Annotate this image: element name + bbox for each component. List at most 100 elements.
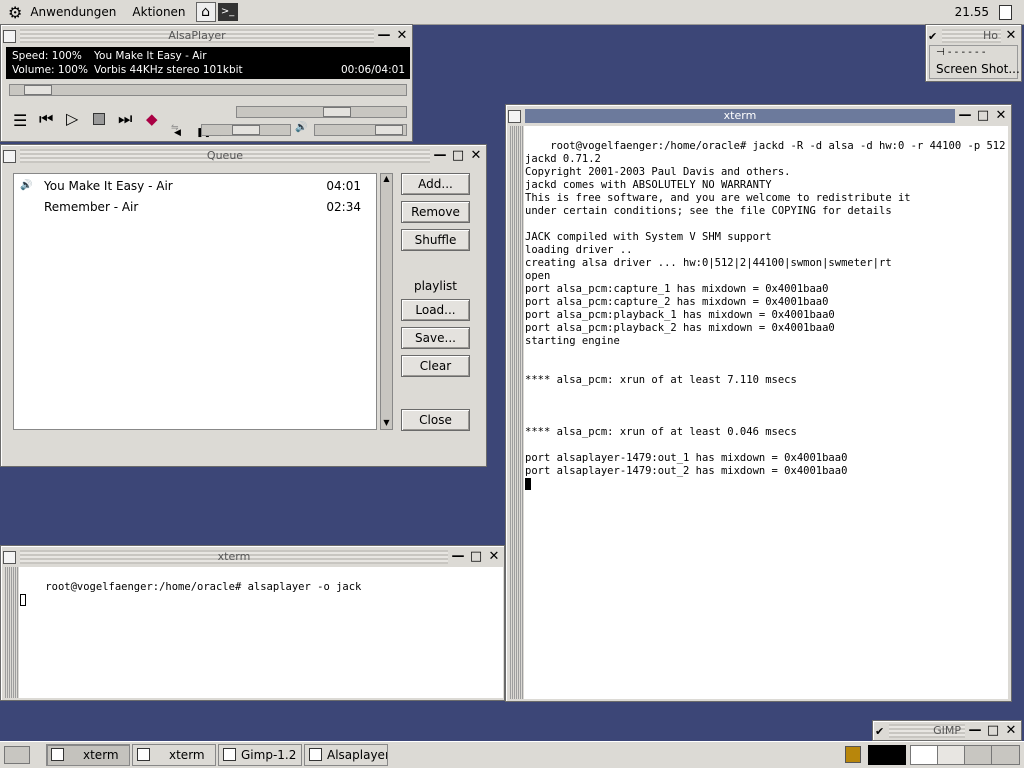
gnome-foot-icon[interactable]: ⚙ [8,3,22,22]
stop-icon[interactable] [93,113,105,125]
network-icon[interactable] [845,746,861,763]
scroll-down-icon[interactable]: ▼ [381,418,392,429]
maximize-icon[interactable]: □ [975,108,991,124]
close-icon[interactable]: ✕ [1003,28,1019,44]
info-display: Speed: 100% You Make It Easy - Air Volum… [6,47,410,79]
previous-icon[interactable]: ⏮ [39,109,53,129]
workspace-switcher[interactable] [910,745,1020,765]
terminal-icon[interactable]: >_ [217,3,238,21]
check-icon[interactable]: ✔ [928,30,942,43]
xterm-scrollbar[interactable] [510,126,524,699]
close-icon[interactable]: ✕ [993,108,1009,124]
cpu-monitor[interactable] [868,745,906,765]
speed-slider-handle[interactable] [323,107,351,117]
task-alsaplayer[interactable]: Alsaplayer 0 [304,744,388,766]
minimize-icon[interactable]: — [432,148,448,164]
window-menu-icon[interactable] [508,109,521,123]
show-desktop-icon[interactable] [4,746,30,764]
queue-titlebar[interactable]: Queue — □ ✕ [3,147,484,165]
speed-slider[interactable] [236,106,407,118]
clear-button[interactable]: Clear [401,355,470,377]
alsaplayer-titlebar[interactable]: AlsaPlayer — ✕ [3,27,410,45]
window-icon [137,748,150,761]
gimp-title[interactable]: GIMP [889,724,965,738]
alsaplayer-title[interactable]: AlsaPlayer [20,29,374,43]
play-icon[interactable]: ▷ [66,109,78,128]
remove-button[interactable]: Remove [401,201,470,223]
workspace-3[interactable] [965,746,992,764]
time-label: 00:06/04:01 [340,64,405,76]
maximize-icon[interactable]: □ [985,723,1001,739]
cd-icon[interactable]: ◆ [146,110,158,128]
playlist-label: playlist [413,279,458,293]
close-icon[interactable]: ✕ [394,28,410,44]
xterm-scrollbar[interactable] [5,567,19,698]
workspace-2[interactable] [938,746,965,764]
window-icon [223,748,236,761]
window-menu-icon[interactable] [3,149,16,163]
task-gimp[interactable]: Gimp-1.2 (2 [218,744,302,766]
workspace-4[interactable] [992,746,1019,764]
maximize-icon[interactable]: □ [468,549,484,565]
task-xterm-1[interactable]: xterm [46,744,130,766]
terminal-text: root@vogelfaenger:/home/oracle# alsaplay… [45,581,362,593]
track-time: 02:34 [326,200,361,214]
queue-list[interactable]: 🔊 You Make It Easy - Air 04:01 Remember … [13,173,377,430]
shuffle-button[interactable]: Shuffle [401,229,470,251]
queue-scrollbar[interactable]: ▲ ▼ [380,173,393,430]
close-icon[interactable]: ✕ [468,148,484,164]
menu-actions[interactable]: Aktionen [124,0,193,25]
save-button[interactable]: Save... [401,327,470,349]
position-slider-handle[interactable] [24,85,52,95]
applet-titlebar[interactable]: ✔ Ho ✕ [928,27,1019,45]
terminal-output[interactable]: root@vogelfaenger:/home/oracle# jackd -R… [524,126,1008,699]
gimp-titlebar[interactable]: ✔ GIMP — □ ✕ [875,722,1019,740]
screenshot-applet: ✔ Ho ✕ ⊣ - - - - - - Screen Shot... [925,24,1022,82]
track-name: Remember - Air [44,200,139,214]
close-icon[interactable]: ✕ [486,549,502,565]
balance-slider-handle[interactable] [232,125,260,135]
list-item[interactable]: 🔊 You Make It Easy - Air 04:01 [14,177,376,197]
window-menu-icon[interactable] [3,29,16,43]
next-icon[interactable]: ⏭ [118,109,132,129]
task-label: Gimp-1.2 (2 [241,748,301,762]
window-icon [51,748,64,761]
applet-title[interactable]: Ho [942,29,1001,43]
minimize-icon[interactable]: — [450,549,466,565]
volume-slider-handle[interactable] [375,125,403,135]
task-label: xterm [83,748,119,762]
minimize-icon[interactable]: — [376,28,392,44]
load-button[interactable]: Load... [401,299,470,321]
clock[interactable]: 21.55 [955,5,989,19]
volume-slider[interactable] [314,124,407,136]
xterm-bottom-window: xterm — □ ✕ root@vogelfaenger:/home/orac… [0,545,505,701]
maximize-icon[interactable]: □ [450,148,466,164]
playlist-icon[interactable]: ☰ [13,111,27,130]
screenshot-button[interactable]: ⊣ - - - - - - Screen Shot... [929,45,1020,79]
minimize-icon[interactable]: — [967,723,983,739]
scroll-up-icon[interactable]: ▲ [381,174,392,185]
xterm-title[interactable]: xterm [20,550,448,564]
close-icon[interactable]: ✕ [1003,723,1019,739]
task-xterm-2[interactable]: xterm [132,744,216,766]
menu-applications[interactable]: Anwendungen [22,0,124,25]
position-slider[interactable] [9,84,407,96]
list-item[interactable]: Remember - Air 02:34 [14,198,376,218]
xterm-title[interactable]: xterm [525,109,955,123]
window-list-icon[interactable] [999,4,1012,20]
xterm-titlebar[interactable]: xterm — □ ✕ [3,548,502,566]
add-button[interactable]: Add... [401,173,470,195]
xterm-titlebar[interactable]: xterm — □ ✕ [508,107,1009,125]
home-icon[interactable]: ⌂ [195,2,216,22]
xterm-right-window: xterm — □ ✕ root@vogelfaenger:/home/orac… [505,104,1012,702]
workspace-1[interactable] [911,746,938,764]
minimize-icon[interactable]: — [957,108,973,124]
window-menu-icon[interactable] [3,550,16,564]
speaker-icon: 🔊 [20,180,33,191]
gimp-window: ✔ GIMP — □ ✕ [872,720,1022,741]
terminal-output[interactable]: root@vogelfaenger:/home/oracle# alsaplay… [19,567,503,698]
check-icon[interactable]: ✔ [875,725,889,738]
queue-title[interactable]: Queue [20,149,430,163]
balance-slider[interactable] [201,124,291,136]
close-button[interactable]: Close [401,409,470,431]
